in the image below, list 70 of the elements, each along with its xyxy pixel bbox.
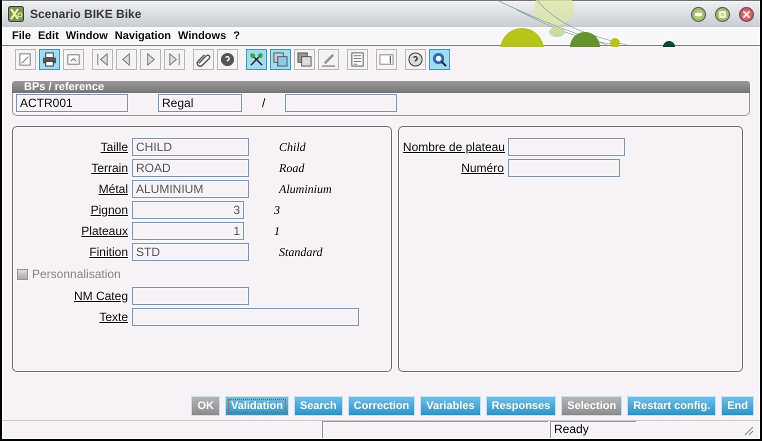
envelope-icon (66, 52, 81, 67)
close-button[interactable] (739, 6, 754, 22)
scissors-icon (249, 52, 264, 67)
windows-icon (297, 52, 312, 67)
separator-text: / (262, 96, 266, 110)
field-description: Aluminium (279, 182, 332, 196)
close-icon (743, 10, 750, 18)
window-title: Scenario BIKE Bike (30, 7, 142, 21)
pen-icon (321, 52, 336, 67)
resize-grip-icon (744, 426, 754, 436)
field-description: Child (279, 140, 306, 154)
field-description: Road (279, 160, 304, 176)
input-field[interactable]: 3 (132, 201, 244, 219)
menu-item[interactable]: Windows (178, 30, 226, 42)
input-field[interactable] (132, 287, 249, 305)
toolbar-button[interactable] (246, 49, 267, 70)
input-field[interactable]: 1 (132, 222, 244, 240)
input-field[interactable] (285, 94, 398, 112)
field-label[interactable]: NM Categ (17, 289, 128, 303)
help-icon (220, 52, 235, 67)
menu-item[interactable]: File (12, 30, 31, 42)
input-field[interactable]: ALUMINIUM (132, 180, 249, 198)
toolbar-button[interactable] (347, 49, 368, 70)
toolbar-button[interactable] (429, 49, 450, 70)
field-label[interactable]: Terrain (17, 161, 128, 175)
toolbar-button[interactable] (405, 49, 426, 70)
menu-item[interactable]: Window (66, 30, 108, 42)
last-record-icon (167, 52, 182, 67)
toolbar-button[interactable] (294, 49, 315, 70)
app-icon (8, 6, 24, 22)
text-field-icon (379, 52, 394, 67)
menu-item[interactable]: ? (233, 30, 240, 42)
first-record-icon (95, 52, 110, 67)
maximize-icon (719, 10, 726, 18)
input-field[interactable] (508, 138, 625, 156)
input-field[interactable]: ROAD (132, 159, 249, 177)
field-description: 1 (274, 224, 280, 238)
field-label[interactable]: Numéro (402, 161, 504, 175)
section-header: BPs / reference (12, 81, 750, 93)
input-field[interactable]: CHILD (132, 138, 249, 156)
minimize-button[interactable] (691, 6, 706, 22)
page-icon (18, 52, 33, 67)
input-field[interactable]: Regal (158, 94, 242, 112)
input-field[interactable] (132, 308, 359, 326)
input-field[interactable]: STD (132, 243, 249, 261)
field-label[interactable]: Taille (17, 140, 128, 154)
document-icon (350, 52, 365, 67)
field-label[interactable]: Pignon (17, 203, 128, 217)
field-description: Standard (279, 244, 323, 260)
menu-item[interactable]: Edit (38, 30, 59, 42)
printer-icon (42, 52, 57, 67)
field-description: 3 (274, 202, 280, 218)
field-label[interactable]: Texte (17, 310, 128, 324)
status-message: Ready (550, 421, 636, 438)
field-label[interactable]: Plateaux (17, 224, 128, 238)
toolbar-button[interactable] (217, 49, 238, 70)
input-field[interactable]: ACTR001 (16, 94, 128, 112)
field-label[interactable]: Métal (17, 182, 128, 196)
help-icon (408, 52, 423, 67)
field-label[interactable]: Nombre de plateau (402, 140, 504, 154)
window-icon (273, 52, 288, 67)
minimize-icon (695, 12, 702, 16)
toolbar-button[interactable] (193, 49, 214, 70)
maximize-button[interactable] (715, 6, 730, 22)
checkbox-label: Personnalisation (32, 267, 121, 281)
field-label[interactable]: Finition (17, 245, 128, 259)
menu-item[interactable]: Navigation (114, 30, 172, 42)
paperclip-icon (196, 52, 211, 67)
toolbar-button[interactable] (39, 49, 60, 70)
input-field[interactable] (508, 159, 620, 177)
